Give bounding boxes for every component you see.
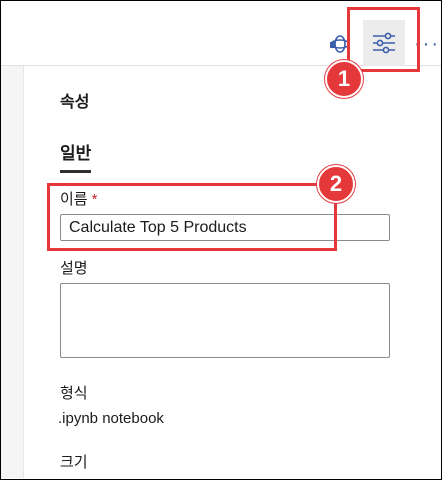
callout-badge-1: 1 <box>325 60 363 98</box>
size-label: 크기 <box>60 454 88 471</box>
name-input[interactable]: Calculate Top 5 Products <box>60 214 390 241</box>
format-value: .ipynb notebook <box>58 410 164 427</box>
description-label: 설명 <box>60 260 88 277</box>
tab-general[interactable]: 일반 <box>60 139 92 173</box>
editor-left-strip <box>1 66 24 478</box>
name-label: 이름 <box>60 191 88 208</box>
properties-icon <box>373 32 395 54</box>
notebook-session-icon[interactable] <box>326 30 354 58</box>
name-label-row: 이름 * <box>60 188 97 209</box>
properties-button[interactable] <box>363 20 405 66</box>
panel-title: 속성 <box>60 94 90 111</box>
more-options-icon[interactable]: ··· <box>412 32 442 56</box>
description-textarea[interactable] <box>60 283 390 358</box>
more-options-glyph: ··· <box>414 33 440 55</box>
callout-badge-2: 2 <box>317 165 355 203</box>
required-indicator: * <box>91 191 98 208</box>
format-label: 형식 <box>60 385 88 402</box>
